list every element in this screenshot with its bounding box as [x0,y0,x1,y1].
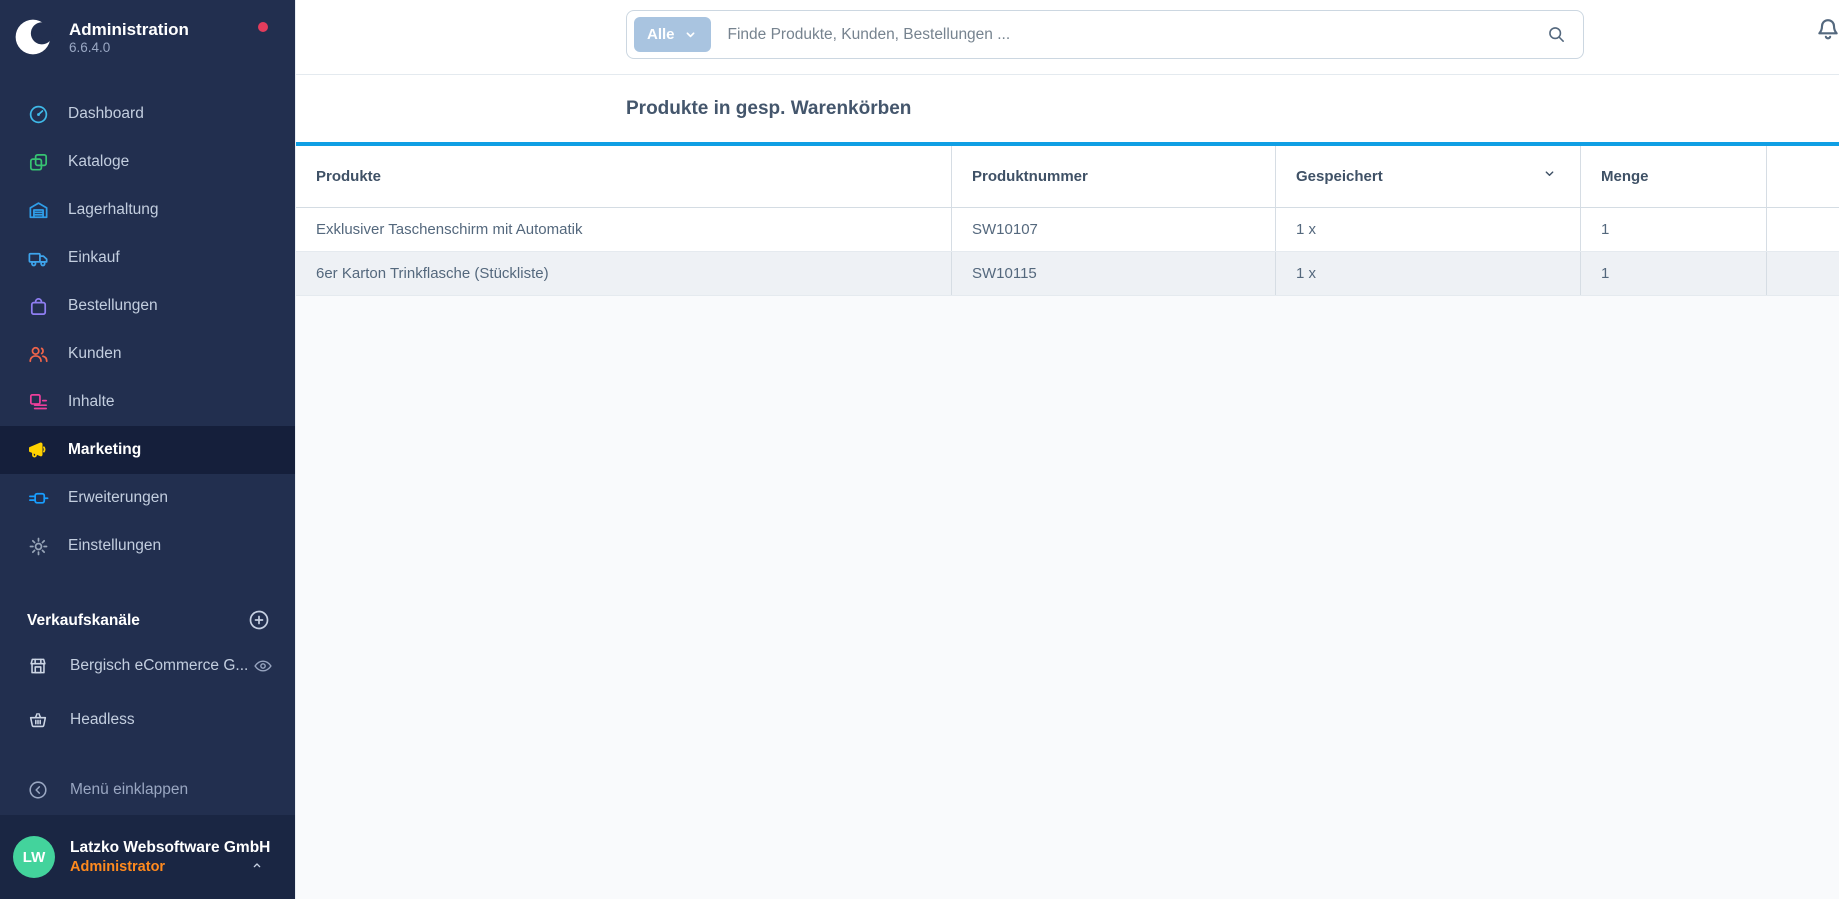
sidebar-item-lagerhaltung[interactable]: Lagerhaltung [0,186,295,234]
sidebar-item-einkauf[interactable]: Einkauf [0,234,295,282]
sidebar-item-kunden[interactable]: Kunden [0,330,295,378]
page-title: Produkte in gesp. Warenkörben [626,98,911,120]
app-title-block: Administration 6.6.4.0 [69,19,189,55]
main-content: Alle Produkte in gesp. Warenkörben Produ… [295,0,1839,899]
sidebar-item-sales-channel-bergisch[interactable]: Bergisch eCommerce G... [0,642,295,690]
sidebar-item-dashboard[interactable]: Dashboard [0,90,295,138]
table-row[interactable]: 6er Karton Trinkflasche (Stückliste) SW1… [296,252,1839,296]
global-search: Alle [626,10,1584,59]
table-header-row: Produkte Produktnummer Gespeichert Menge [296,146,1839,208]
app-header: Administration 6.6.4.0 [0,0,295,68]
sales-channels-section: Verkaufskanäle Bergisch eCommerce G... H [0,606,295,744]
plug-icon [26,486,50,510]
sidebar-item-label: Bestellungen [68,297,158,315]
warehouse-icon [26,198,50,222]
sidebar-item-kataloge[interactable]: Kataloge [0,138,295,186]
sales-channels-title: Verkaufskanäle [27,612,140,630]
cell-product-number: SW10107 [952,208,1276,251]
sidebar-item-label: Kunden [68,345,121,363]
cell-product: Exklusiver Taschenschirm mit Automatik [296,208,952,251]
add-sales-channel-button[interactable] [247,608,271,632]
sidebar: Administration 6.6.4.0 Dashboard Katalog… [0,0,295,899]
search-filter-dropdown[interactable]: Alle [634,17,711,52]
sidebar-item-sales-channel-headless[interactable]: Headless [0,696,295,744]
product-link[interactable]: Exklusiver Taschenschirm mit Automatik [316,221,582,238]
chevron-up-icon [249,857,265,873]
product-link[interactable]: 6er Karton Trinkflasche (Stückliste) [316,265,549,282]
sidebar-item-erweiterungen[interactable]: Erweiterungen [0,474,295,522]
content-icon [26,390,50,414]
column-header-label: Gespeichert [1296,168,1383,185]
customers-icon [26,342,50,366]
search-input[interactable] [728,26,1546,44]
app-version: 6.6.4.0 [69,40,189,55]
cell-quantity: 1 [1581,252,1767,295]
cell-product: 6er Karton Trinkflasche (Stückliste) [296,252,952,295]
sales-channels-heading: Verkaufskanäle [0,606,295,636]
sidebar-item-label: Dashboard [68,105,144,123]
storefront-icon [27,655,49,677]
sidebar-item-marketing[interactable]: Marketing [0,426,295,474]
user-role: Administrator [70,858,270,877]
top-bar: Alle [296,0,1839,75]
table-row[interactable]: Exklusiver Taschenschirm mit Automatik S… [296,208,1839,252]
cell-saved: 1 x [1276,208,1581,251]
notifications-bell-icon[interactable] [1812,12,1839,44]
sales-channel-label: Headless [70,711,135,729]
sidebar-item-label: Einstellungen [68,537,161,555]
user-menu[interactable]: LW Latzko Websoftware GmbH Administrator [0,815,295,899]
search-filter-label: Alle [647,26,675,43]
sort-chevron-down-icon [1541,165,1558,182]
sidebar-item-inhalte[interactable]: Inhalte [0,378,295,426]
cell-empty [1767,208,1839,251]
sidebar-item-label: Marketing [68,441,141,459]
sidebar-item-bestellungen[interactable]: Bestellungen [0,282,295,330]
notification-dot [258,22,268,32]
sales-channel-label: Bergisch eCommerce G... [70,657,248,675]
user-name: Latzko Websoftware GmbH [70,838,270,858]
collapse-menu-button[interactable]: Menü einklappen [0,766,295,814]
column-header-produktnummer[interactable]: Produktnummer [952,146,1276,207]
sidebar-item-einstellungen[interactable]: Einstellungen [0,522,295,570]
smart-bar: Produkte in gesp. Warenkörben [296,75,1839,146]
basket-icon [27,709,49,731]
user-meta: Latzko Websoftware GmbH Administrator [70,838,270,877]
sidebar-item-label: Lagerhaltung [68,201,159,219]
app-title: Administration [69,19,189,40]
sidebar-item-label: Inhalte [68,393,115,411]
saved-carts-table: Produkte Produktnummer Gespeichert Menge… [296,146,1839,296]
shopping-bag-icon [26,294,50,318]
avatar: LW [13,836,55,878]
chevron-down-icon [683,27,698,42]
column-header-produkte[interactable]: Produkte [296,146,952,207]
sidebar-item-label: Kataloge [68,153,129,171]
search-icon[interactable] [1546,24,1567,45]
column-header-menge[interactable]: Menge [1581,146,1767,207]
shopware-admin-window: Administration 6.6.4.0 Dashboard Katalog… [0,0,1839,899]
catalogues-icon [26,150,50,174]
sidebar-item-label: Erweiterungen [68,489,168,507]
megaphone-icon [26,438,50,462]
column-header-empty [1767,146,1839,207]
cell-empty [1767,252,1839,295]
eye-icon[interactable] [253,656,273,676]
dashboard-icon [26,102,50,126]
collapse-menu-label: Menü einklappen [70,781,188,799]
main-navigation: Dashboard Kataloge Lagerhaltung Einkauf [0,90,295,570]
column-header-gespeichert[interactable]: Gespeichert [1276,146,1581,207]
gear-icon [26,534,50,558]
chevron-left-circle-icon [27,779,49,801]
shopware-logo-icon [13,16,55,58]
truck-icon [26,246,50,270]
sidebar-item-label: Einkauf [68,249,120,267]
cell-saved: 1 x [1276,252,1581,295]
cell-product-number: SW10115 [952,252,1276,295]
cell-quantity: 1 [1581,208,1767,251]
